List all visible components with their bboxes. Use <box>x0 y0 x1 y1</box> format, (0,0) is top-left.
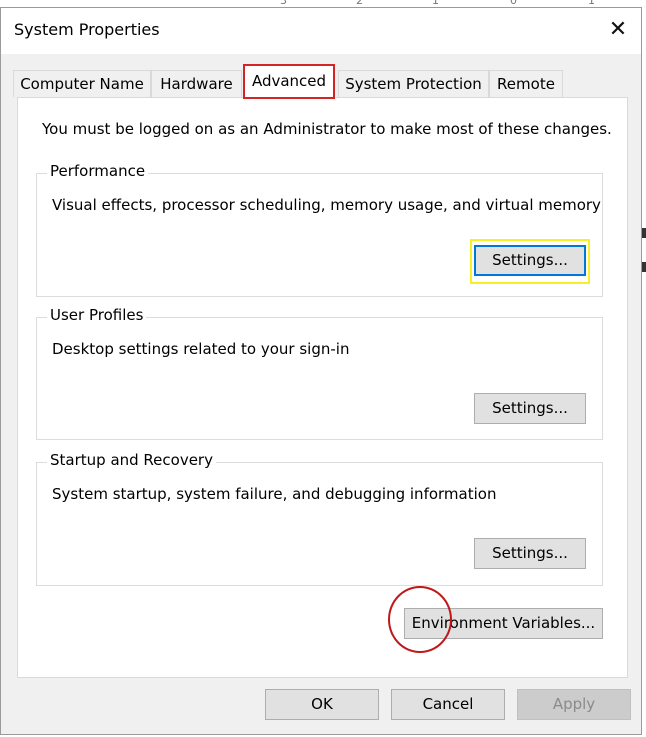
background-number: 1 <box>588 0 595 7</box>
admin-note: You must be logged on as an Administrato… <box>42 120 612 138</box>
environment-variables-button[interactable]: Environment Variables... <box>404 608 603 639</box>
tab-system-protection[interactable]: System Protection <box>338 70 489 97</box>
close-icon: ✕ <box>608 17 628 42</box>
tab-label: Remote <box>497 75 555 93</box>
user-profiles-group-title: User Profiles <box>47 306 147 324</box>
dialog-title: System Properties <box>14 20 160 39</box>
advanced-tab-panel: You must be logged on as an Administrato… <box>17 97 628 678</box>
background-number: 0 <box>510 0 517 7</box>
cancel-button[interactable]: Cancel <box>391 689 505 720</box>
tab-label: Hardware <box>160 75 233 93</box>
apply-button[interactable]: Apply <box>517 689 631 720</box>
background-number: 1 <box>432 0 439 7</box>
system-properties-dialog: System Properties ✕ Computer Name Hardwa… <box>0 7 642 735</box>
background-marker <box>642 262 646 272</box>
performance-description: Visual effects, processor scheduling, me… <box>52 196 601 214</box>
close-button[interactable]: ✕ <box>595 8 641 54</box>
tab-label: Advanced <box>251 72 327 90</box>
background-number: 3 <box>280 0 287 7</box>
tab-hardware[interactable]: Hardware <box>151 70 242 97</box>
performance-group-title: Performance <box>47 162 149 180</box>
startup-recovery-group: Startup and Recovery System startup, sys… <box>36 451 603 586</box>
background-marker <box>642 228 646 238</box>
startup-recovery-description: System startup, system failure, and debu… <box>52 485 497 503</box>
tab-remote[interactable]: Remote <box>489 70 563 97</box>
background-number: 2 <box>356 0 363 7</box>
performance-group: Performance Visual effects, processor sc… <box>36 162 603 297</box>
tab-computer-name[interactable]: Computer Name <box>13 70 151 97</box>
performance-settings-button[interactable]: Settings... <box>474 245 586 276</box>
tab-label: Computer Name <box>20 75 144 93</box>
user-profiles-description: Desktop settings related to your sign-in <box>52 340 350 358</box>
ok-button[interactable]: OK <box>265 689 379 720</box>
tab-advanced[interactable]: Advanced <box>243 64 335 99</box>
user-profiles-settings-button[interactable]: Settings... <box>474 393 586 424</box>
startup-recovery-settings-button[interactable]: Settings... <box>474 538 586 569</box>
user-profiles-group: User Profiles Desktop settings related t… <box>36 306 603 440</box>
startup-recovery-group-title: Startup and Recovery <box>47 451 216 469</box>
title-bar: System Properties ✕ <box>1 8 641 54</box>
tab-label: System Protection <box>345 75 482 93</box>
